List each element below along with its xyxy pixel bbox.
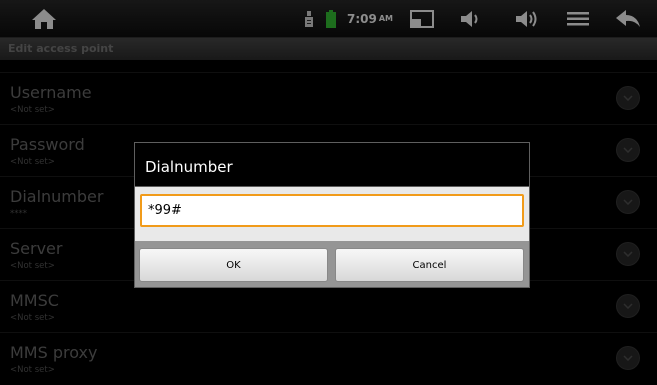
- dialog-content: [135, 187, 529, 241]
- dialog-title: Dialnumber: [145, 158, 233, 176]
- dialnumber-input[interactable]: [140, 194, 524, 227]
- cancel-button[interactable]: Cancel: [335, 248, 524, 282]
- dialog-button-bar: OK Cancel: [135, 241, 529, 287]
- ok-button[interactable]: OK: [139, 248, 328, 282]
- dialnumber-dialog: Dialnumber OK Cancel: [134, 142, 530, 288]
